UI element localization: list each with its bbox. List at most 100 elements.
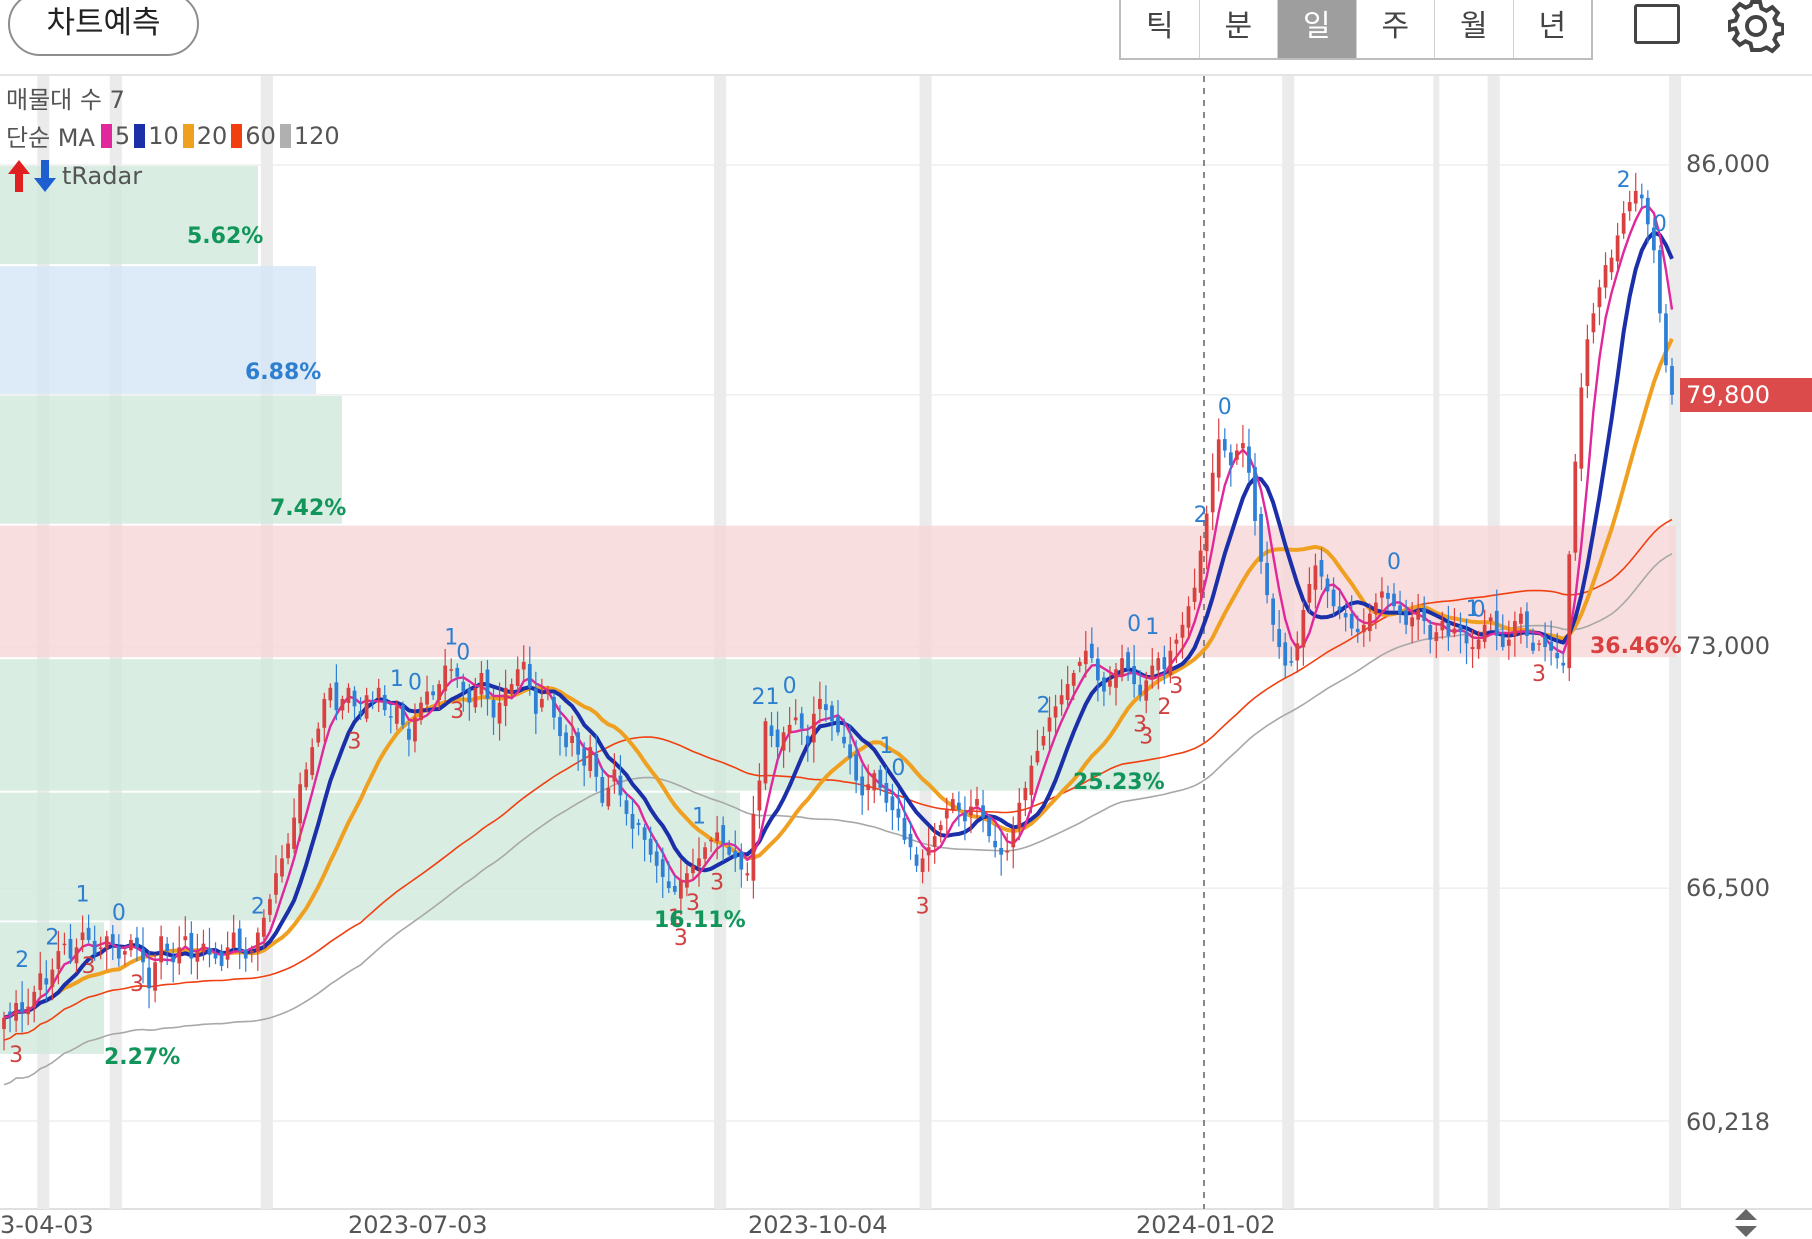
gear-icon[interactable] [1728, 0, 1784, 54]
candle [1579, 373, 1584, 482]
candle-body [533, 688, 538, 714]
signal-label: 1 [390, 667, 404, 692]
candle-body [1289, 661, 1294, 663]
candle-body [1120, 658, 1124, 676]
candle-body [1234, 450, 1239, 460]
candle [1639, 183, 1644, 209]
candle [122, 948, 127, 966]
candle-body [1645, 197, 1650, 225]
candle-body [1126, 652, 1130, 670]
signal-label: 1 [692, 804, 706, 829]
candle-body [1555, 652, 1560, 659]
candle-body [153, 962, 157, 991]
volume-profile-label: 2.27% [104, 1045, 181, 1070]
candle-body [1283, 642, 1288, 666]
candle-body [376, 687, 381, 699]
candle-body [1579, 387, 1584, 469]
signal-label: 3 [9, 1043, 23, 1068]
candle-body [364, 695, 369, 719]
candle-body [703, 847, 707, 859]
candle-body [920, 858, 925, 873]
candle-body [793, 717, 798, 721]
candle-body [1029, 765, 1034, 796]
candle-body [255, 932, 260, 952]
candle-body [8, 1011, 12, 1015]
candle-body [1271, 598, 1276, 625]
candle-body [666, 881, 671, 889]
candle-body [20, 1002, 25, 1013]
period-minute-tab[interactable]: 분 [1200, 0, 1278, 58]
candle-body [1041, 736, 1046, 746]
candle-body [44, 978, 49, 985]
signal-label: 2 [45, 925, 59, 950]
volume-profile-label: 25.23% [1073, 770, 1165, 795]
candle-body [956, 802, 961, 811]
candle-body [600, 776, 605, 803]
candle-body [926, 847, 931, 856]
candle-body [1247, 446, 1251, 473]
candle-body [388, 716, 393, 718]
candle-body [630, 813, 635, 829]
candle-body [1446, 622, 1451, 636]
candle-body [189, 932, 194, 959]
candle-body [636, 822, 641, 826]
candle-body [1313, 565, 1318, 590]
candle-body [830, 705, 834, 722]
candle-body [207, 948, 212, 955]
volume-profile-legend: 매물대 수 7 [6, 86, 125, 114]
candle-body [685, 873, 689, 888]
candle-body [1089, 643, 1094, 659]
candlestick-chart[interactable]: 2210333231 01031331321 0103203312320010320 [0, 76, 1812, 1239]
candle-body [497, 702, 502, 724]
candle-body [455, 667, 460, 677]
candle-body [757, 780, 762, 811]
candle-body [1132, 665, 1137, 685]
candle-body [1186, 606, 1191, 628]
period-tick-tab[interactable]: 틱 [1121, 0, 1200, 58]
candle-body [1319, 560, 1324, 577]
candle-body [1355, 628, 1360, 633]
candle-body [1543, 636, 1547, 648]
candle [195, 933, 200, 980]
candle-body [1482, 624, 1487, 642]
chart-predict-button[interactable]: 차트예측 [8, 0, 199, 56]
period-month-tab[interactable]: 월 [1435, 0, 1514, 58]
candle-body [914, 854, 919, 866]
x-tick-label: 2023-10-04 [748, 1211, 888, 1239]
candle-body [817, 698, 822, 710]
square-icon[interactable] [1634, 4, 1680, 44]
candle-body [678, 880, 683, 899]
ma20-swatch [182, 123, 194, 148]
candle-body [588, 747, 593, 771]
signal-label: 2 [1036, 694, 1050, 719]
candle-body [400, 704, 405, 725]
candle [1609, 249, 1614, 280]
candle-body [932, 836, 937, 847]
candle-body [122, 951, 127, 955]
candle-body [709, 839, 713, 842]
candle [1633, 172, 1638, 212]
ma-legend-prefix: 단순 MA [6, 124, 95, 152]
candle-body [842, 736, 846, 744]
period-week-tab[interactable]: 주 [1357, 0, 1435, 58]
period-day-tab[interactable]: 일 [1278, 0, 1357, 58]
period-year-tab[interactable]: 년 [1514, 0, 1592, 58]
candle-body [1168, 650, 1173, 676]
candle-body [1017, 802, 1022, 829]
candle [993, 824, 998, 858]
candle-body [80, 932, 85, 941]
candle [1247, 428, 1251, 483]
candle [763, 717, 768, 791]
scroll-arrows-icon[interactable] [1731, 1207, 1761, 1239]
candle-body [1241, 443, 1245, 449]
candle [225, 931, 230, 969]
candle-body [1150, 665, 1155, 679]
candle-body [32, 991, 37, 1008]
ma60-swatch [231, 123, 243, 148]
candle-body [993, 840, 998, 848]
candle-body [461, 681, 466, 692]
candle-body [715, 832, 720, 842]
candle-body [1488, 617, 1493, 622]
candle [177, 926, 182, 975]
signal-label: 2 [1194, 503, 1208, 528]
